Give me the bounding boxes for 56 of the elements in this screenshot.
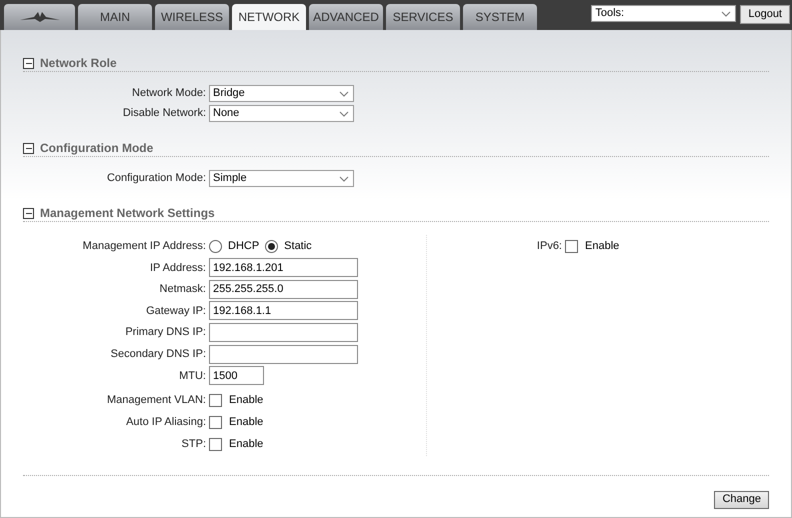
caret-icon bbox=[339, 176, 349, 182]
nav-tab[interactable]: ADVANCED bbox=[309, 4, 383, 30]
tools-dropdown[interactable]: Tools: bbox=[591, 5, 736, 22]
radio-button[interactable] bbox=[265, 240, 278, 252]
collapse-toggle[interactable] bbox=[23, 142, 34, 154]
section-title: Management Network Settings bbox=[40, 205, 215, 222]
checkbox[interactable] bbox=[565, 240, 578, 252]
input-field[interactable] bbox=[209, 323, 358, 342]
checkbox-label: Enable bbox=[229, 437, 264, 452]
nav-tab[interactable]: NETWORK bbox=[232, 4, 306, 30]
field-label: Secondary DNS IP: bbox=[110, 346, 206, 362]
input-field[interactable] bbox=[209, 344, 358, 364]
checkbox[interactable] bbox=[209, 394, 222, 408]
caret-icon bbox=[339, 110, 349, 116]
field-label: STP: bbox=[180, 437, 206, 452]
checkbox-label: Enable bbox=[585, 238, 620, 254]
field-label: Management IP Address: bbox=[82, 238, 206, 254]
nav-tab[interactable]: WIRELESS bbox=[155, 4, 229, 30]
field-label: Management VLAN: bbox=[106, 393, 206, 408]
logout-button[interactable]: Logout bbox=[740, 5, 790, 24]
field-label: IPv6: bbox=[536, 238, 562, 254]
input-field[interactable]: 192.168.1.201 bbox=[209, 258, 358, 278]
section-title: Network Role bbox=[40, 55, 117, 72]
field-label: Network Mode: bbox=[131, 86, 206, 102]
checkbox-label: Enable bbox=[229, 393, 264, 408]
logo-icon bbox=[20, 11, 60, 23]
nav-tab[interactable]: SYSTEM bbox=[463, 4, 537, 30]
home-tab[interactable] bbox=[4, 4, 75, 30]
field-label: Primary DNS IP: bbox=[124, 325, 206, 340]
caret-icon bbox=[339, 90, 349, 96]
field-label: Disable Network: bbox=[122, 106, 206, 122]
input-field[interactable]: 255.255.255.0 bbox=[209, 280, 358, 299]
dropdown[interactable]: None bbox=[209, 105, 354, 122]
nav-tab[interactable]: SERVICES bbox=[386, 4, 460, 30]
nav-tab[interactable]: MAIN bbox=[78, 4, 152, 30]
caret-icon bbox=[721, 10, 732, 16]
radio-label: DHCP bbox=[228, 238, 260, 254]
field-label: Gateway IP: bbox=[145, 304, 206, 319]
collapse-toggle[interactable] bbox=[23, 208, 34, 218]
change-button[interactable]: Change bbox=[714, 490, 769, 509]
input-field[interactable]: 1500 bbox=[209, 366, 264, 386]
checkbox[interactable] bbox=[209, 416, 222, 430]
section-title: Configuration Mode bbox=[40, 140, 154, 157]
checkbox[interactable] bbox=[209, 438, 222, 452]
radio-label: Static bbox=[284, 238, 312, 254]
field-label: MTU: bbox=[178, 368, 206, 384]
checkbox-label: Enable bbox=[229, 415, 264, 430]
field-label: Configuration Mode: bbox=[106, 171, 206, 186]
dropdown[interactable]: Bridge bbox=[209, 85, 354, 102]
radio-button[interactable] bbox=[209, 240, 222, 252]
field-label: IP Address: bbox=[148, 260, 206, 276]
collapse-toggle[interactable] bbox=[23, 58, 34, 68]
dropdown[interactable]: Simple bbox=[209, 170, 354, 187]
input-field[interactable]: 192.168.1.1 bbox=[209, 301, 358, 320]
field-label: Auto IP Aliasing: bbox=[125, 415, 206, 430]
field-label: Netmask: bbox=[158, 282, 206, 298]
